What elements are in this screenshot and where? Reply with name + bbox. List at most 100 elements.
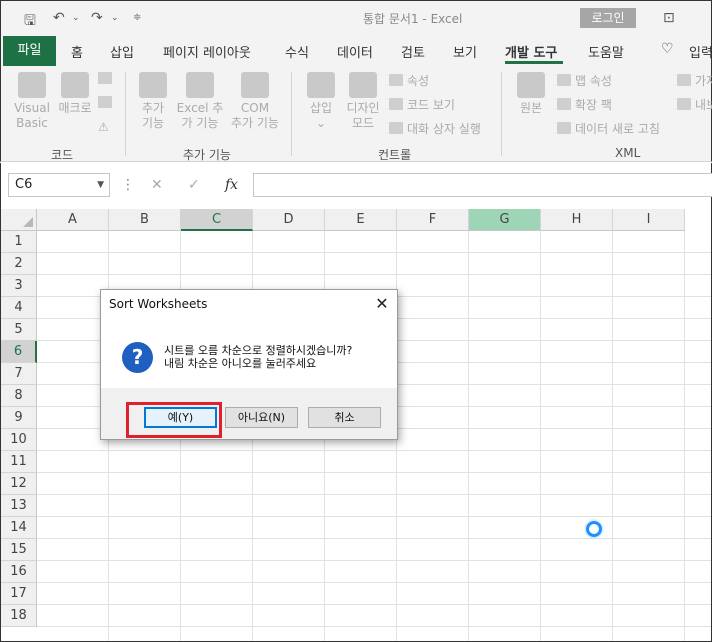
window-title: 통합 문서1 - Excel xyxy=(363,12,463,26)
ribbon-display-options-icon[interactable]: ⊡ xyxy=(663,10,675,26)
title-bar: 🖫 ↶ ⌄ ↷ ⌄ ≑ 통합 문서1 - Excel 로그인 ⊡ xyxy=(0,0,712,36)
row-header-12[interactable]: 12 xyxy=(1,473,37,495)
refresh-data-button[interactable]: 데이터 새로 고침 xyxy=(557,120,660,137)
no-button[interactable]: 아니요(N) xyxy=(225,407,298,428)
column-header-h[interactable]: H xyxy=(541,209,613,231)
macro-security-icon[interactable]: ⚠ xyxy=(98,120,109,134)
column-header-d[interactable]: D xyxy=(253,209,325,231)
column-header-g[interactable]: G xyxy=(469,209,541,231)
tab-view[interactable]: 보기 xyxy=(453,42,477,61)
ribbon-developer: Visual Basic 매크로 ⚠ 코드 추가 기능 Excel 추 가 기능… xyxy=(0,66,712,162)
save-icon[interactable]: 🖫 xyxy=(24,10,36,34)
tab-home[interactable]: 홈 xyxy=(71,42,83,61)
lightbulb-icon[interactable]: ♡ xyxy=(661,41,674,57)
run-dialog-icon xyxy=(389,122,403,134)
yes-button-highlight xyxy=(126,402,222,438)
com-addins-button[interactable]: COM 추가 기능 xyxy=(227,72,283,131)
group-separator xyxy=(291,72,292,156)
tab-formulas[interactable]: 수식 xyxy=(285,42,309,61)
export-button[interactable]: 내보 xyxy=(677,96,712,113)
tab-review[interactable]: 검토 xyxy=(401,42,425,61)
column-header-f[interactable]: F xyxy=(397,209,469,231)
relative-reference-icon[interactable] xyxy=(98,96,116,110)
more-options-icon[interactable]: ⋮ xyxy=(121,177,135,193)
tab-insert[interactable]: 삽입 xyxy=(110,42,134,61)
row-header-11[interactable]: 11 xyxy=(1,451,37,473)
redo-dropdown-icon[interactable]: ⌄ xyxy=(111,13,119,23)
run-dialog-button[interactable]: 대화 상자 실행 xyxy=(389,120,481,137)
name-box[interactable]: C6 ▼ xyxy=(8,173,110,197)
row-header-7[interactable]: 7 xyxy=(1,363,37,385)
row-header-9[interactable]: 9 xyxy=(1,407,37,429)
properties-icon xyxy=(389,74,403,86)
row-header-13[interactable]: 13 xyxy=(1,495,37,517)
redo-icon[interactable]: ↷ xyxy=(91,10,103,26)
dialog-title: Sort Worksheets xyxy=(109,297,208,311)
group-addins-label: 추가 기능 xyxy=(183,148,231,162)
import-button[interactable]: 가져 xyxy=(677,72,712,89)
row-header-4[interactable]: 4 xyxy=(1,297,37,319)
customize-toolbar-icon[interactable]: ≑ xyxy=(133,12,141,23)
properties-button[interactable]: 속성 xyxy=(389,72,429,89)
tab-file[interactable]: 파일 xyxy=(3,36,56,66)
row-header-8[interactable]: 8 xyxy=(1,385,37,407)
column-header-c[interactable]: C xyxy=(181,209,253,231)
row-header-3[interactable]: 3 xyxy=(1,275,37,297)
column-header-b[interactable]: B xyxy=(109,209,181,231)
cancel-button[interactable]: 취소 xyxy=(308,407,381,428)
row-header-1[interactable]: 1 xyxy=(1,231,37,253)
login-button[interactable]: 로그인 xyxy=(580,8,636,28)
chevron-down-icon[interactable]: ▼ xyxy=(97,174,104,196)
design-mode-icon xyxy=(349,72,377,98)
tab-help[interactable]: 도움말 xyxy=(588,42,624,61)
design-mode-button[interactable]: 디자인 모드 xyxy=(341,72,385,131)
select-all-button[interactable] xyxy=(1,209,37,231)
row-header-6[interactable]: 6 xyxy=(1,341,37,363)
macro-button[interactable]: 매크로 xyxy=(55,72,95,116)
cancel-icon[interactable]: ✕ xyxy=(151,177,163,193)
dialog-message: 시트를 오름 차순으로 정렬하시겠습니까? 내림 차순은 아니오를 눌러주세요 xyxy=(164,344,352,370)
loading-spinner-icon xyxy=(586,521,602,537)
enter-icon[interactable]: ✓ xyxy=(188,177,200,193)
addins-button[interactable]: 추가 기능 xyxy=(133,72,173,131)
formula-bar: C6 ▼ ⋮ ✕ ✓ fx xyxy=(0,163,712,209)
undo-icon[interactable]: ↶ xyxy=(53,10,65,26)
map-properties-icon xyxy=(557,74,571,86)
addins-icon xyxy=(139,72,167,98)
tab-data[interactable]: 데이터 xyxy=(337,42,373,61)
tab-page-layout[interactable]: 페이지 레이아웃 xyxy=(163,42,251,61)
close-icon[interactable]: ✕ xyxy=(371,293,393,315)
row-header-16[interactable]: 16 xyxy=(1,561,37,583)
chevron-down-icon: ⌄ xyxy=(315,116,327,130)
row-header-5[interactable]: 5 xyxy=(1,319,37,341)
map-properties-button[interactable]: 맵 속성 xyxy=(557,72,612,89)
toolbox-icon xyxy=(307,72,335,98)
xml-source-button[interactable]: 원본 xyxy=(511,72,551,116)
column-header-i[interactable]: I xyxy=(613,209,685,231)
view-code-button[interactable]: 코드 보기 xyxy=(389,96,455,113)
insert-control-button[interactable]: 삽입 ⌄ xyxy=(301,72,341,131)
dialog-message-line2: 내림 차순은 아니오를 눌러주세요 xyxy=(164,357,317,370)
excel-addins-button[interactable]: Excel 추 가 기능 xyxy=(173,72,227,131)
dialog-body: ? 시트를 오름 차순으로 정렬하시겠습니까? 내림 차순은 아니오를 눌러주세… xyxy=(101,320,397,388)
insert-function-icon[interactable]: fx xyxy=(225,177,238,193)
expansion-pack-icon xyxy=(557,98,571,110)
row-header-15[interactable]: 15 xyxy=(1,539,37,561)
tell-me-search[interactable]: 입력 xyxy=(689,42,712,61)
question-icon: ? xyxy=(122,342,153,373)
record-macro-icon[interactable] xyxy=(98,72,116,86)
group-xml-label: XML xyxy=(615,146,641,160)
tab-developer[interactable]: 개발 도구 xyxy=(505,42,557,61)
visual-basic-button[interactable]: Visual Basic xyxy=(9,72,55,131)
undo-dropdown-icon[interactable]: ⌄ xyxy=(72,13,80,23)
expansion-pack-button[interactable]: 확장 팩 xyxy=(557,96,612,113)
column-header-e[interactable]: E xyxy=(325,209,397,231)
row-header-2[interactable]: 2 xyxy=(1,253,37,275)
row-header-10[interactable]: 10 xyxy=(1,429,37,451)
row-header-17[interactable]: 17 xyxy=(1,583,37,605)
column-header-a[interactable]: A xyxy=(37,209,109,231)
row-header-14[interactable]: 14 xyxy=(1,517,37,539)
formula-input[interactable] xyxy=(253,173,712,197)
row-header-18[interactable]: 18 xyxy=(1,605,37,627)
ribbon-tabs: 파일 홈 삽입 페이지 레이아웃 수식 데이터 검토 보기 개발 도구 도움말 … xyxy=(0,36,712,66)
